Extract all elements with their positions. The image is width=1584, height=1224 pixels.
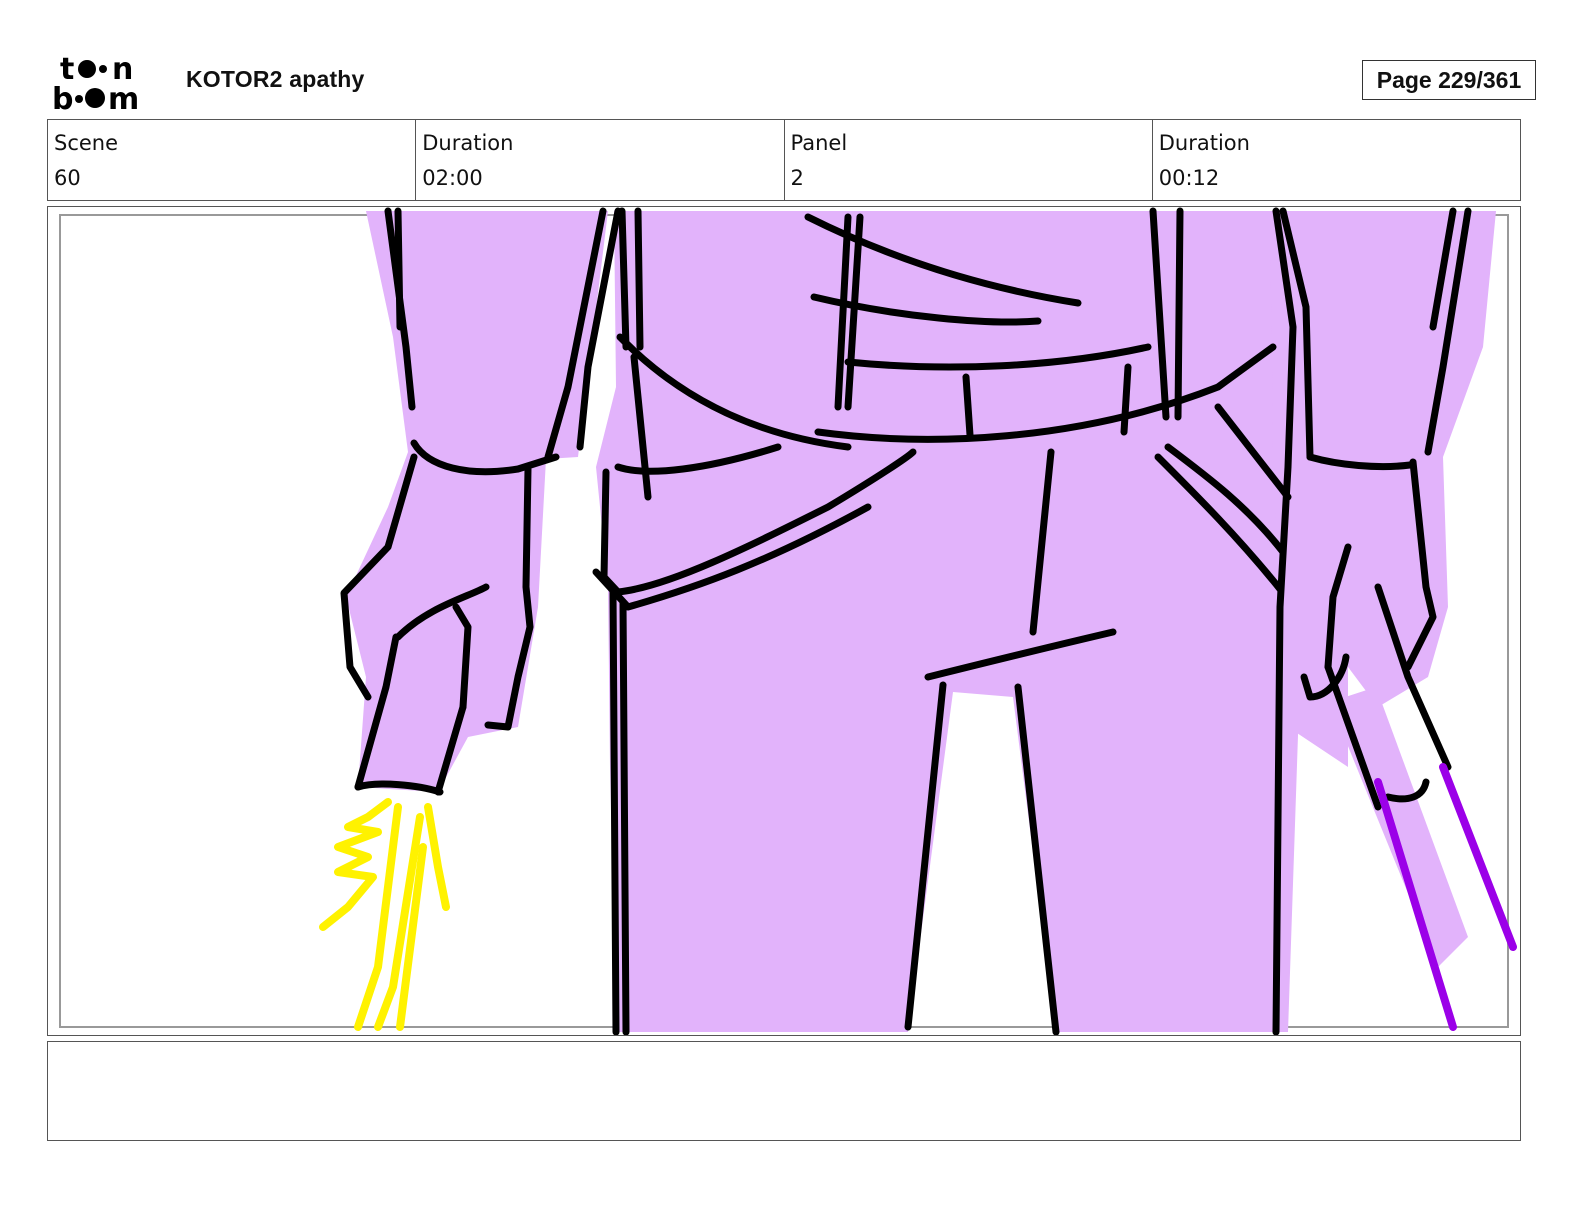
panel-duration-cell: Duration 00:12 [1151, 120, 1520, 200]
panel-duration-label: Duration [1158, 131, 1250, 155]
yellow-energy-effect [319, 798, 450, 1031]
page-counter: Page 229/361 [1362, 60, 1536, 100]
toonboom-logo: t n b m [52, 52, 139, 112]
scene-duration-cell: Duration 02:00 [415, 120, 783, 200]
panel-value: 2 [790, 166, 804, 190]
scene-cell: Scene 60 [48, 120, 415, 200]
panel-cell: Panel 2 [783, 120, 1152, 200]
storyboard-panel [47, 206, 1521, 1036]
panel-info-table: Scene 60 Duration 02:00 Panel 2 Duration… [47, 119, 1521, 201]
panel-notes-box [47, 1041, 1521, 1141]
scene-duration-label: Duration [422, 131, 514, 155]
panel-sketch [59, 207, 1517, 1035]
scene-value: 60 [54, 166, 81, 190]
panel-duration-value: 00:12 [1158, 166, 1220, 190]
svg-text:b: b [52, 82, 73, 112]
scene-label: Scene [54, 131, 119, 155]
svg-text:m: m [108, 82, 139, 112]
scene-duration-value: 02:00 [422, 166, 483, 190]
panel-label: Panel [790, 131, 848, 155]
project-title: KOTOR2 apathy [186, 66, 365, 92]
